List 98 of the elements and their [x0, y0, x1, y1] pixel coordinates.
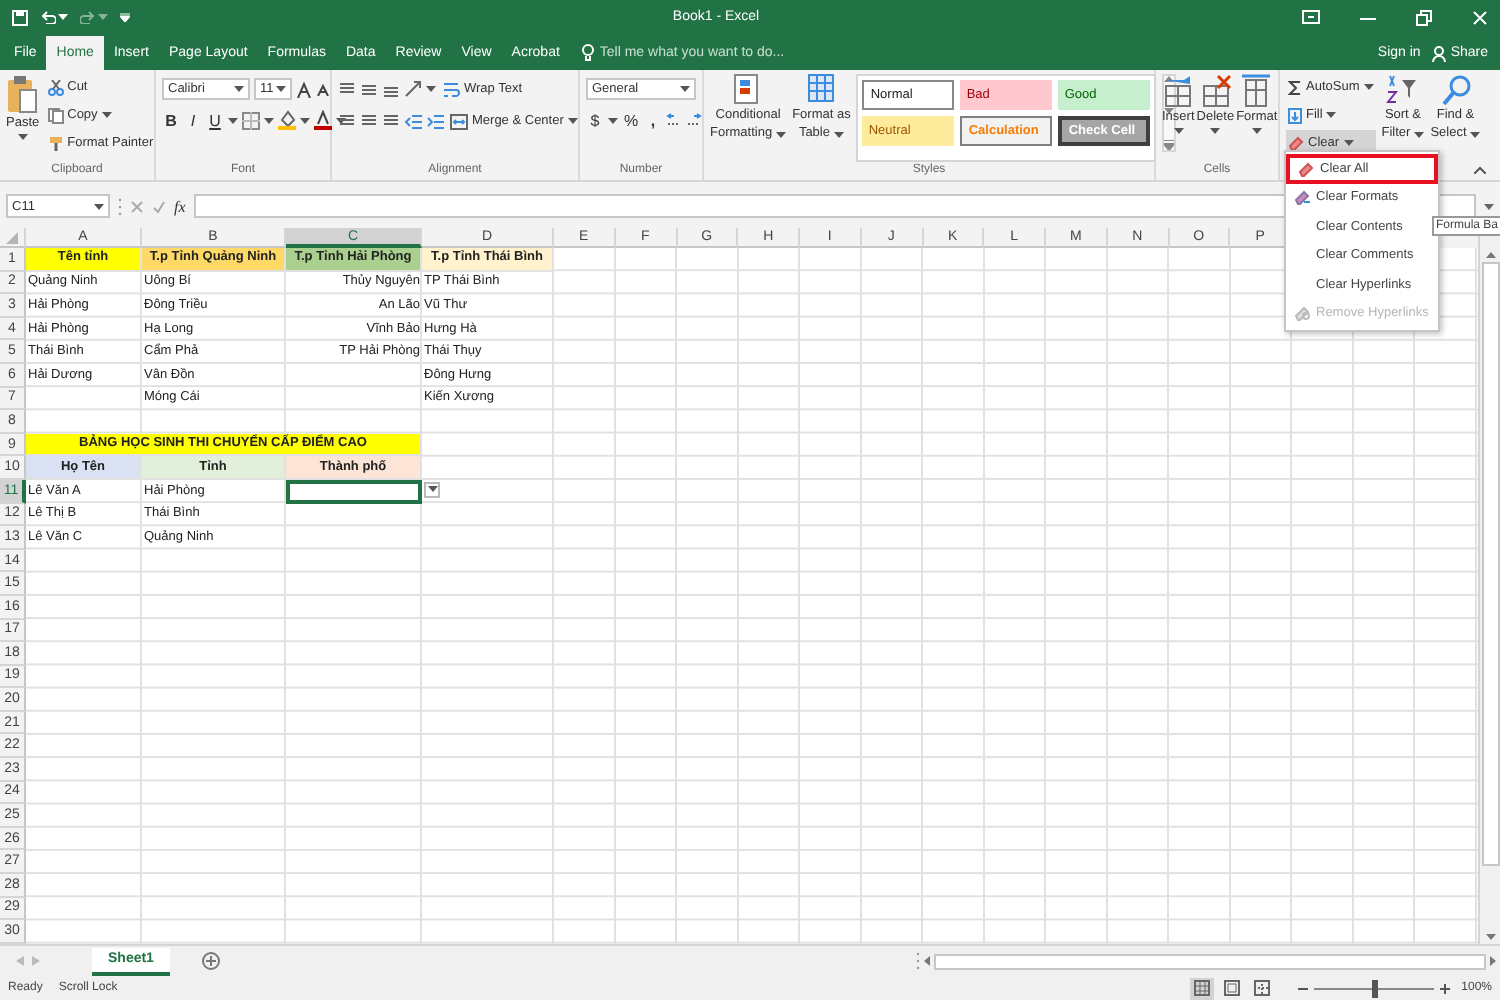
scroll-right-icon	[1490, 956, 1496, 966]
caret-icon	[1363, 84, 1374, 90]
caret-icon	[567, 118, 578, 124]
sigma-icon	[1288, 79, 1302, 95]
caret-icon	[1251, 128, 1262, 134]
orientation-icon	[404, 80, 422, 98]
grow-font-icon	[296, 81, 312, 97]
search-icon	[1439, 74, 1472, 106]
page-layout-view-icon	[1223, 980, 1240, 996]
caret-icon	[427, 486, 437, 493]
caret-icon	[300, 117, 310, 123]
caret-icon	[680, 86, 690, 92]
borders-icon	[242, 111, 260, 129]
align-icon	[360, 81, 378, 97]
page-break-view-icon	[1253, 980, 1270, 996]
caret-icon	[1414, 131, 1425, 137]
eraser-icon	[1293, 188, 1309, 207]
wrap-text-icon	[442, 81, 460, 97]
italic-button[interactable]: I	[184, 108, 202, 132]
undo-icon	[40, 10, 56, 24]
align-icon	[338, 81, 356, 97]
scissors-icon	[47, 79, 64, 95]
scrollbar-thumb[interactable]	[934, 953, 1486, 969]
cancel-icon	[130, 199, 144, 213]
caret-icon	[1326, 112, 1337, 118]
align-icon	[382, 113, 400, 129]
caret-icon	[1210, 128, 1221, 134]
redo-icon	[80, 10, 96, 24]
more-icon	[1164, 140, 1175, 150]
bold-button[interactable]: B	[162, 108, 180, 132]
fill-down-icon	[1288, 107, 1302, 123]
zoom-in-icon	[1439, 983, 1450, 993]
increase-decimal-icon	[666, 112, 682, 128]
unlink-icon	[1293, 304, 1309, 323]
caret-icon	[276, 86, 286, 92]
save-icon	[12, 9, 28, 25]
caret-icon	[833, 131, 844, 137]
collapse-ribbon-icon	[1474, 166, 1486, 174]
scroll-left-icon	[924, 956, 930, 966]
paintbrush-icon	[47, 135, 64, 151]
insert-cells-icon	[1162, 74, 1195, 108]
scrollbar-thumb[interactable]	[1481, 262, 1499, 866]
caret-icon	[58, 14, 68, 20]
normal-view-icon	[1193, 980, 1210, 996]
increase-indent-icon	[426, 113, 444, 129]
slider-thumb[interactable]	[1371, 979, 1378, 997]
caret-icon	[1470, 131, 1481, 137]
caret-icon	[1343, 140, 1354, 146]
caret-icon	[776, 131, 787, 137]
view-button[interactable]	[1219, 977, 1244, 999]
view-button[interactable]	[1249, 977, 1274, 999]
caret-icon	[426, 86, 436, 92]
caret-icon	[336, 117, 346, 123]
list-dropdown-button[interactable]	[424, 481, 440, 498]
next-sheet-icon	[32, 956, 40, 966]
close-icon	[1472, 9, 1488, 25]
align-icon	[382, 81, 400, 97]
scroll-down-icon	[1485, 934, 1495, 940]
restore-icon	[1416, 9, 1432, 25]
merge-icon	[450, 113, 468, 129]
underline-button[interactable]: U	[206, 108, 224, 132]
caret-icon	[234, 86, 244, 92]
caret-icon	[1173, 128, 1184, 134]
align-icon	[338, 113, 356, 129]
decrease-decimal-icon	[686, 112, 702, 128]
caret-icon	[228, 117, 238, 123]
caret-icon	[17, 134, 28, 140]
format-cells-icon	[1240, 74, 1273, 108]
shrink-font-icon	[316, 82, 330, 96]
caret-icon	[94, 203, 104, 209]
ribbon-display-icon	[1302, 10, 1320, 24]
caret-icon	[98, 14, 108, 20]
view-button[interactable]	[1189, 977, 1214, 999]
copy-icon	[47, 107, 64, 123]
person-icon	[1432, 45, 1447, 61]
expand-icon	[1484, 203, 1494, 209]
add-sheet-icon	[201, 952, 220, 970]
customize-icon	[120, 12, 130, 22]
scroll-down-icon	[1164, 108, 1175, 114]
font-color-icon	[314, 110, 332, 130]
percent-button[interactable]: %	[622, 108, 640, 132]
lightbulb-icon	[581, 44, 594, 62]
scroll-up-icon	[1485, 252, 1495, 258]
zoom-out-icon	[1297, 983, 1308, 993]
fill-color-icon	[278, 110, 296, 130]
enter-icon	[152, 199, 166, 213]
caret-icon	[101, 112, 112, 118]
delete-cells-icon	[1199, 74, 1232, 108]
currency-button[interactable]: $	[586, 108, 604, 132]
insert-function-button[interactable]: fx	[174, 197, 186, 215]
prev-sheet-icon	[16, 956, 24, 966]
caret-icon	[264, 117, 274, 123]
caret-icon	[608, 117, 618, 123]
align-icon	[360, 113, 378, 129]
comma-button[interactable]: ,	[644, 108, 662, 132]
sort-filter-icon	[1386, 74, 1419, 106]
decrease-indent-icon	[404, 113, 422, 129]
table-icon	[807, 74, 836, 106]
